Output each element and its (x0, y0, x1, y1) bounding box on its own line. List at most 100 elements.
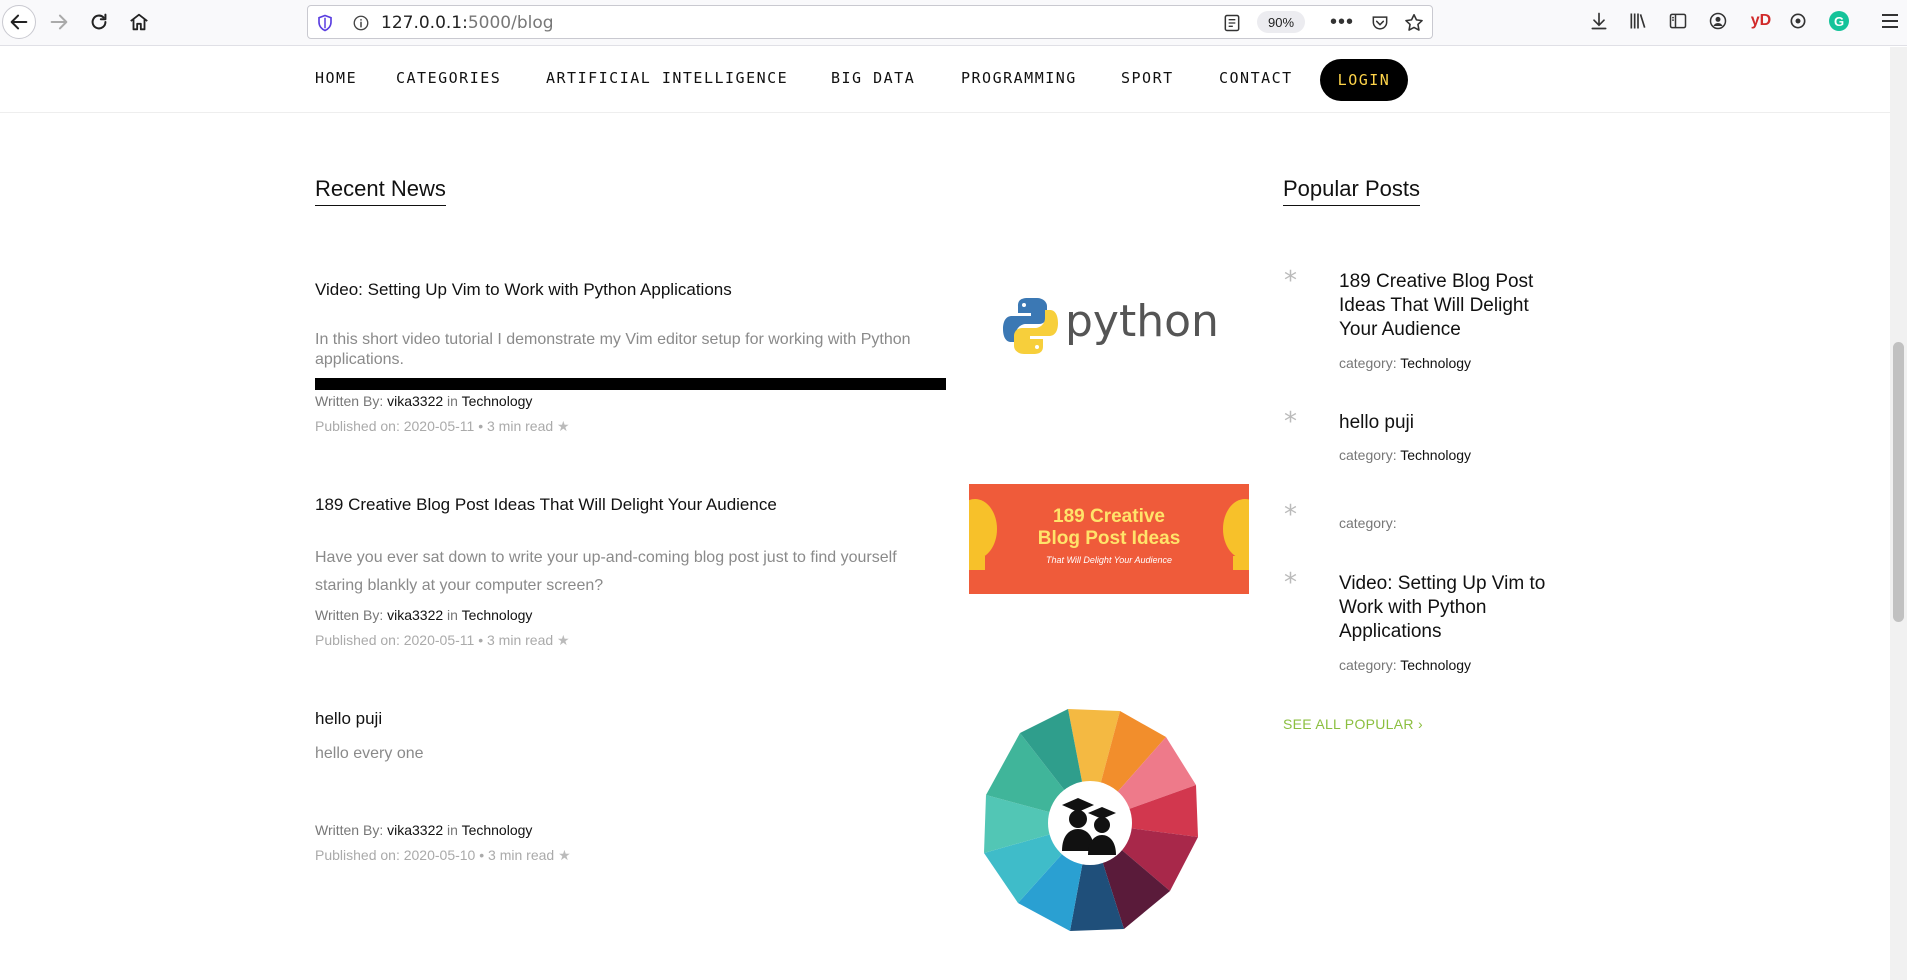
popular-post-title[interactable]: Video: Setting Up Vim to Work with Pytho… (1339, 572, 1559, 644)
url-host: 127.0.0.1: (381, 13, 468, 33)
arrow-right-icon (50, 14, 68, 30)
post-excerpt-vim: In this short video tutorial I demonstra… (315, 331, 911, 368)
python-eye-icon (1035, 345, 1039, 349)
chevron-right-icon: › (1418, 716, 1423, 732)
post-meta-line: Published on: 2020-05-11 • 3 min read ★ (315, 632, 570, 649)
blog-thumb-line-1: 189 Creative (1053, 506, 1165, 527)
blog-ideas-thumbnail[interactable]: 189 Creative Blog Post Ideas That Will D… (969, 484, 1249, 594)
recent-news-heading: Recent News (315, 176, 446, 206)
popular-post-title[interactable]: 189 Creative Blog Post Ideas That Will D… (1339, 270, 1559, 342)
zoom-level-badge[interactable]: 90% (1257, 11, 1305, 33)
nav-artificial-intelligence[interactable]: ARTIFICIAL INTELLIGENCE (546, 69, 788, 87)
post-excerpt-blog-ideas: Have you ever sat down to write your up-… (315, 549, 897, 594)
star-icon: ★ (557, 418, 570, 434)
home-button[interactable] (122, 5, 156, 39)
sync-icon[interactable] (1787, 10, 1809, 32)
popular-posts-heading: Popular Posts (1283, 176, 1420, 206)
library-icon[interactable] (1627, 10, 1649, 32)
nav-home[interactable]: HOME (315, 69, 357, 87)
popular-post-category: category: Technology (1339, 447, 1471, 463)
written-by-label: Written By: (315, 393, 384, 409)
popular-post-title[interactable]: hello puji (1339, 411, 1559, 435)
author-link[interactable]: vika3322 (387, 607, 443, 623)
scrollbar-thumb[interactable] (1893, 342, 1904, 622)
star-icon: ★ (557, 632, 570, 648)
popular-post-category: category: Technology (1339, 355, 1471, 371)
category-label: category: (1339, 515, 1397, 531)
nav-categories[interactable]: CATEGORIES (396, 69, 501, 87)
site-info-icon[interactable] (352, 14, 370, 32)
tracking-shield-icon[interactable] (316, 14, 334, 32)
author-link[interactable]: vika3322 (387, 393, 443, 409)
published-date: Published on: 2020-05-11 (315, 632, 475, 648)
yd-extension-icon[interactable]: yD (1747, 10, 1775, 32)
post-meta-line: Published on: 2020-05-10 • 3 min read ★ (315, 847, 571, 864)
category-link[interactable]: Technology (1400, 657, 1471, 673)
author-link[interactable]: vika3322 (387, 822, 443, 838)
pocket-icon[interactable] (1370, 13, 1390, 33)
post-title-vim[interactable]: Video: Setting Up Vim to Work with Pytho… (315, 280, 732, 300)
site-navigation: HOME CATEGORIES ARTIFICIAL INTELLIGENCE … (0, 47, 1890, 113)
page-scrollbar[interactable] (1890, 47, 1907, 980)
popular-post-category: category: Technology (1339, 657, 1471, 673)
grammarly-icon[interactable]: G (1828, 10, 1850, 32)
nav-contact[interactable]: CONTACT (1219, 69, 1293, 87)
category-link[interactable]: Technology (462, 607, 533, 623)
category-link[interactable]: Technology (1400, 447, 1471, 463)
nav-sport[interactable]: SPORT (1121, 69, 1174, 87)
meta-separator: • (479, 847, 485, 863)
star-icon: ★ (558, 847, 571, 863)
written-by-label: Written By: (315, 607, 384, 623)
category-label: category: (1339, 355, 1397, 371)
in-label: in (447, 393, 458, 409)
post-meta-line: Published on: 2020-05-11 • 3 min read ★ (315, 418, 570, 435)
nav-big-data[interactable]: BIG DATA (831, 69, 915, 87)
published-date: Published on: 2020-05-11 (315, 418, 475, 434)
read-time: 3 min read (488, 847, 555, 863)
asterisk-bullet-icon: * (1284, 500, 1297, 530)
meta-separator: • (478, 418, 484, 434)
embedded-video-strip[interactable] (315, 378, 946, 390)
browser-toolbar: 127.0.0.1:5000/blog 90% ••• yD G (0, 0, 1907, 46)
login-button[interactable]: LOGIN (1320, 59, 1408, 101)
download-icon[interactable] (1588, 10, 1610, 32)
post-title-blog-ideas[interactable]: 189 Creative Blog Post Ideas That Will D… (315, 495, 777, 515)
popular-post-category: category: (1339, 515, 1397, 531)
reader-view-icon[interactable] (1222, 13, 1242, 33)
arrow-left-icon (10, 14, 28, 30)
read-time: 3 min read (487, 418, 554, 434)
in-label: in (447, 822, 458, 838)
in-label: in (447, 607, 458, 623)
erp-modules-wheel-thumbnail[interactable] (970, 703, 1210, 943)
reload-icon (91, 13, 107, 30)
post-author-line: Written By: vika3322 in Technology (315, 393, 532, 409)
asterisk-bullet-icon: * (1284, 266, 1297, 296)
category-link[interactable]: Technology (462, 393, 533, 409)
blog-thumb-line-2: Blog Post Ideas (1037, 528, 1181, 549)
asterisk-bullet-icon: * (1284, 407, 1297, 437)
asterisk-bullet-icon: * (1284, 568, 1297, 598)
forward-button[interactable] (42, 5, 76, 39)
url-text[interactable]: 127.0.0.1:5000/blog (381, 13, 554, 33)
written-by-label: Written By: (315, 822, 384, 838)
post-title-hello-puji[interactable]: hello puji (315, 709, 382, 729)
nav-programming[interactable]: PROGRAMMING (961, 69, 1077, 87)
page-actions-more-icon[interactable]: ••• (1330, 11, 1354, 34)
category-link[interactable]: Technology (462, 822, 533, 838)
back-button[interactable] (2, 5, 36, 39)
url-bar[interactable]: 127.0.0.1:5000/blog 90% ••• (307, 5, 1433, 39)
python-eye-icon (1022, 303, 1026, 307)
category-link[interactable]: Technology (1400, 355, 1471, 371)
reload-button[interactable] (82, 5, 116, 39)
see-all-label: SEE ALL POPULAR (1283, 716, 1414, 732)
hamburger-menu-icon[interactable] (1880, 10, 1900, 32)
grammarly-badge: G (1829, 11, 1849, 31)
sidebar-icon[interactable] (1667, 10, 1689, 32)
category-label: category: (1339, 657, 1397, 673)
post-excerpt-hello-puji: hello every one (315, 745, 424, 762)
account-icon[interactable] (1707, 10, 1729, 32)
python-logo-thumbnail[interactable]: python (1000, 278, 1230, 368)
see-all-popular-link[interactable]: SEE ALL POPULAR › (1283, 716, 1423, 732)
bookmark-star-icon[interactable] (1403, 12, 1425, 34)
python-wordmark: python (1065, 296, 1219, 347)
